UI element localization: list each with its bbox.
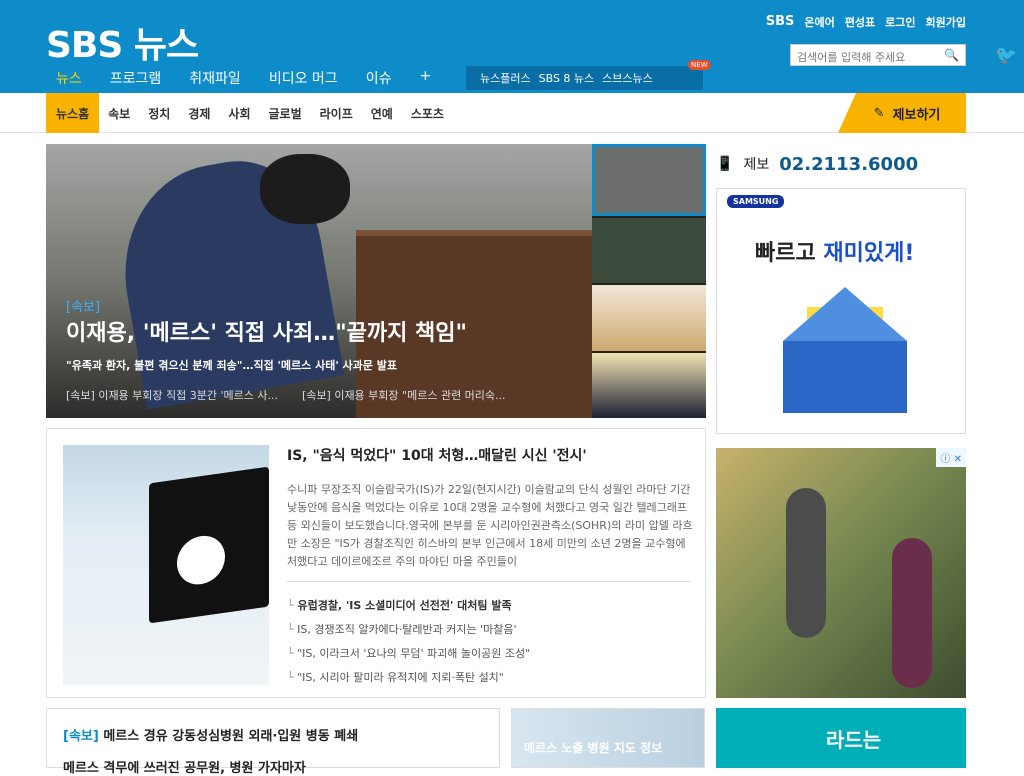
report-label: 제보하기 — [892, 107, 941, 123]
hero-link-2[interactable]: [속보] 이재용 부회장 "메르스 관련 머리숙... — [302, 387, 506, 403]
main-nav: 뉴스 프로그램 취재파일 비디오 머그 이슈 + — [56, 68, 431, 88]
nav-video[interactable]: 비디오 머그 — [269, 68, 338, 88]
breaking-tag: [속보] — [63, 729, 99, 744]
util-onair[interactable]: 온에어 — [804, 14, 834, 30]
breaking-list: [속보] 메르스 경유 강동성심병원 외래·입원 병동 폐쇄 메르스 격무에 쓰… — [46, 708, 500, 776]
utility-links: SBS 온에어 편성표 로그인 회원가입 — [766, 14, 966, 30]
util-schedule[interactable]: 편성표 — [845, 14, 875, 30]
cat-breaking[interactable]: 속보 — [99, 105, 139, 122]
breaking-item-2[interactable]: 메르스 격무에 쓰러진 공무원, 병원 가자마자 — [63, 757, 306, 776]
ad-headline-2: 재미있게! — [823, 241, 915, 266]
mers-map[interactable]: 메르스 노출 병원 지도 정보 — [511, 708, 705, 768]
site-header: SBS 뉴스 SBS 온에어 편성표 로그인 회원가입 검색어를 입력해 주세요… — [0, 0, 1024, 93]
sub-nav: 뉴스플러스 SBS 8 뉴스 스브스뉴스 NEW — [466, 60, 711, 90]
thumbnail-3[interactable] — [592, 285, 706, 351]
related-link-4[interactable]: "IS, 시리아 팔미라 유적지에 지뢰·폭탄 설치" — [287, 669, 530, 693]
cat-entertainment[interactable]: 연예 — [362, 105, 402, 122]
woman-shape — [892, 538, 932, 688]
twitter-icon[interactable]: 🐦 — [995, 45, 1017, 66]
util-login[interactable]: 로그인 — [885, 14, 915, 30]
hero-head-shape — [260, 154, 350, 224]
envelope-icon — [783, 287, 907, 413]
envelope-flap — [783, 287, 907, 341]
report-button[interactable]: ✎ 제보하기 — [838, 93, 966, 133]
feature-article: IS, "음식 먹었다" 10대 처형…매달린 시신 '전시' 수니파 무장조직… — [46, 428, 706, 698]
pencil-icon: ✎ — [873, 105, 885, 121]
thumbnail-4[interactable] — [592, 352, 706, 418]
adchoices-icon[interactable]: ⓘ ✕ — [936, 448, 966, 467]
subnav-newsplus[interactable]: 뉴스플러스 — [480, 70, 531, 86]
map-label: 메르스 노출 병원 지도 정보 — [524, 741, 663, 755]
hero-image — [46, 144, 596, 418]
related-link-2[interactable]: IS, 경쟁조직 알카에다·탈레반과 커지는 '마찰음' — [287, 621, 530, 645]
samsung-ad[interactable]: SAMSUNG 빠르고 재미있게! — [716, 188, 966, 434]
article-body: 수니파 무장조직 이슬람국가(IS)가 22일(현지시간) 이슬람교의 단식 성… — [287, 483, 693, 568]
article-title[interactable]: IS, "음식 먹었다" 10대 처형…매달린 시신 '전시' — [287, 445, 587, 465]
cat-society[interactable]: 사회 — [219, 105, 259, 122]
robot-shape — [786, 488, 826, 638]
phone-icon: 📱 — [716, 156, 734, 172]
cat-global[interactable]: 글로벌 — [260, 105, 311, 122]
phone-number: 02.2113.6000 — [779, 153, 919, 175]
ad-headline: 빠르고 재미있게! — [755, 235, 914, 267]
cat-home[interactable]: 뉴스홈 — [46, 93, 100, 133]
thumbnail-1[interactable] — [592, 144, 706, 216]
game-ad[interactable]: ⓘ ✕ — [716, 448, 966, 698]
search-input[interactable]: 검색어를 입력해 주세요 🔍 — [790, 44, 966, 66]
sbs-news-logo[interactable]: SBS 뉴스 — [46, 16, 199, 68]
category-bar: 뉴스홈 속보 정치 경제 사회 글로벌 라이프 연예 스포츠 ✎ 제보하기 — [0, 93, 1024, 133]
bottom-ad[interactable]: 라드는 — [716, 708, 966, 768]
hero-story[interactable]: [속보] 이재용, '메르스' 직접 사죄…"끝까지 책임" "유족과 환자, … — [46, 144, 706, 418]
breaking-item-1[interactable]: [속보] 메르스 경유 강동성심병원 외래·입원 병동 폐쇄 — [63, 725, 358, 744]
nav-news[interactable]: 뉴스 — [56, 68, 82, 88]
related-links: 유럽경찰, 'IS 소셜미디어 선전전' 대처팀 발족 IS, 경쟁조직 알카에… — [287, 597, 530, 693]
hero-subtitle: "유족과 환자, 불편 겪으신 분께 죄송"…직접 '메르스 사태' 사과문 발… — [66, 359, 397, 373]
subnav-subs[interactable]: 스브스뉴스 — [602, 70, 653, 86]
search-placeholder: 검색어를 입력해 주세요 — [797, 51, 906, 64]
new-badge: NEW — [688, 60, 711, 70]
category-list: 뉴스홈 속보 정치 경제 사회 글로벌 라이프 연예 스포츠 — [46, 93, 453, 133]
nav-files[interactable]: 취재파일 — [189, 68, 241, 88]
phone-label: 제보 — [743, 157, 770, 173]
article-divider — [287, 581, 691, 582]
tip-phone: 📱 제보 02.2113.6000 — [716, 144, 966, 184]
hero-title[interactable]: 이재용, '메르스' 직접 사죄…"끝까지 책임" — [66, 321, 586, 347]
hero-text: [속보] 이재용, '메르스' 직접 사죄…"끝까지 책임" "유족과 환자, … — [66, 296, 586, 373]
util-sbs[interactable]: SBS — [766, 14, 795, 30]
subnav-8news[interactable]: SBS 8 뉴스 — [539, 70, 595, 86]
search-icon[interactable]: 🔍 — [944, 48, 959, 62]
cat-economy[interactable]: 경제 — [179, 105, 219, 122]
article-image[interactable] — [63, 445, 269, 685]
envelope-body — [783, 341, 907, 413]
nav-more[interactable]: + — [419, 68, 431, 88]
ad-headline-1: 빠르고 — [755, 241, 816, 266]
hero-link-1[interactable]: [속보] 이재용 부회장 직접 3분간 '메르스 사... — [66, 387, 278, 403]
nav-program[interactable]: 프로그램 — [110, 68, 162, 88]
bottom-ad-text: 라드는 — [826, 728, 882, 752]
thumbnail-2[interactable] — [592, 217, 706, 283]
flag-shape — [149, 466, 269, 624]
cat-politics[interactable]: 정치 — [139, 105, 179, 122]
hero-thumbnails — [592, 144, 706, 418]
samsung-logo: SAMSUNG — [727, 195, 785, 208]
breaking-text-1: 메르스 경유 강동성심병원 외래·입원 병동 폐쇄 — [103, 729, 359, 744]
util-signup[interactable]: 회원가입 — [926, 14, 966, 30]
related-link-3[interactable]: "IS, 이라크서 '요나의 무덤' 파괴해 놀이공원 조성" — [287, 645, 530, 669]
hero-tag: [속보] — [66, 300, 101, 315]
cat-life[interactable]: 라이프 — [311, 105, 362, 122]
nav-issue[interactable]: 이슈 — [366, 68, 392, 88]
hero-links: [속보] 이재용 부회장 직접 3분간 '메르스 사... [속보] 이재용 부… — [66, 387, 506, 403]
right-column: 📱 제보 02.2113.6000 SAMSUNG 빠르고 재미있게! ⓘ ✕ — [716, 144, 966, 698]
cat-sports[interactable]: 스포츠 — [402, 105, 453, 122]
flag-circle — [177, 532, 225, 588]
related-link-1[interactable]: 유럽경찰, 'IS 소셜미디어 선전전' 대처팀 발족 — [287, 597, 530, 621]
